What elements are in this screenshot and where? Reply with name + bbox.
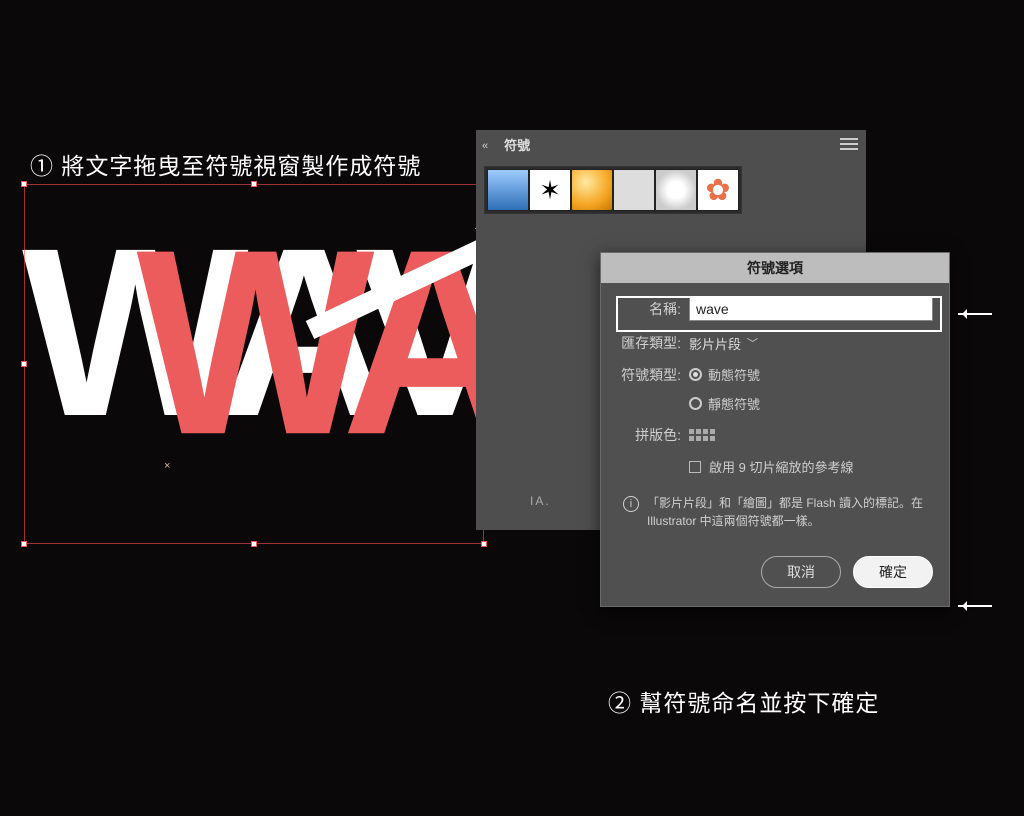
radio-dynamic-label: 動態符號 <box>708 365 760 384</box>
step1-label: ① 將文字拖曳至符號視窗製作成符號 <box>30 147 421 181</box>
name-label: 名稱: <box>619 299 681 319</box>
radio-static-label: 靜態符號 <box>708 394 760 413</box>
handle-bot-mid[interactable] <box>251 541 257 547</box>
radio-icon <box>689 397 702 410</box>
chevron-down-icon: ﹀ <box>747 335 758 351</box>
panel-menu-icon[interactable] <box>840 137 858 155</box>
nine-slice-checkbox[interactable]: 啟用 9 切片縮放的參考線 <box>689 457 933 476</box>
ai-mark: IA. <box>530 494 551 508</box>
radio-dynamic[interactable]: 動態符號 <box>689 365 760 384</box>
anchor-x-icon: × <box>164 460 170 472</box>
symbol-type-label: 符號類型: <box>619 365 681 385</box>
export-type-label: 匯存類型: <box>619 333 681 353</box>
name-input[interactable] <box>689 297 933 321</box>
panel-collapse-icon[interactable]: « <box>476 136 494 152</box>
registration-grid-icon[interactable] <box>689 429 715 441</box>
checkbox-icon <box>689 461 701 473</box>
swatch-ink-splat[interactable]: ✶ <box>529 169 571 211</box>
pointer-arrow-ok <box>958 605 992 607</box>
radio-icon <box>689 368 702 381</box>
export-type-select[interactable]: 影片片段 ﹀ <box>689 334 758 353</box>
handle-top-mid[interactable] <box>251 181 257 187</box>
swatch-starburst[interactable] <box>655 169 697 211</box>
nine-slice-label: 啟用 9 切片縮放的參考線 <box>709 457 853 476</box>
info-text: 「影片片段」和「繪圖」都是 Flash 讀入的標記。在 Illustrator … <box>647 494 929 530</box>
handle-bot-left[interactable] <box>21 541 27 547</box>
dialog-title: 符號選項 <box>601 253 949 283</box>
info-icon: i <box>623 496 639 512</box>
symbols-swatch-row: ✶ ✿ <box>484 166 742 214</box>
swatch-orange-orb[interactable] <box>571 169 613 211</box>
handle-mid-left[interactable] <box>21 361 27 367</box>
swatch-grid[interactable] <box>613 169 655 211</box>
registration-label: 拼版色: <box>619 425 681 445</box>
symbols-panel-title: 符號 <box>494 128 540 161</box>
canvas-selection[interactable]: WAVE WAVE × <box>24 184 484 544</box>
pointer-arrow-name <box>958 313 992 315</box>
step2-label: ② 幫符號命名並按下確定 <box>608 684 879 718</box>
cancel-button[interactable]: 取消 <box>761 556 841 588</box>
symbols-panel-tab[interactable]: « 符號 <box>476 130 540 158</box>
handle-top-left[interactable] <box>21 181 27 187</box>
export-type-value: 影片片段 <box>689 334 741 353</box>
info-note: i 「影片片段」和「繪圖」都是 Flash 讀入的標記。在 Illustrato… <box>619 494 933 530</box>
swatch-blue-gradient[interactable] <box>487 169 529 211</box>
selection-bounds <box>24 184 484 544</box>
handle-bot-right[interactable] <box>481 541 487 547</box>
ok-button[interactable]: 確定 <box>853 556 933 588</box>
swatch-flower[interactable]: ✿ <box>697 169 739 211</box>
radio-static[interactable]: 靜態符號 <box>689 394 760 413</box>
symbol-options-dialog: 符號選項 名稱: 匯存類型: 影片片段 ﹀ 符號類型: 動態符號 靜態符號 <box>600 252 950 607</box>
